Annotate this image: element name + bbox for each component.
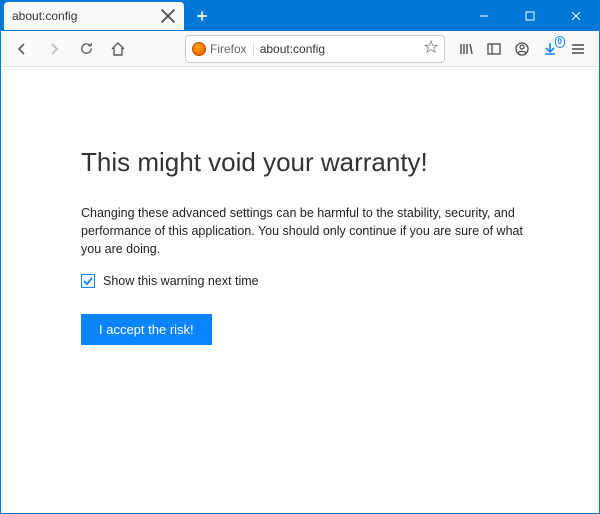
tab-title: about:config (12, 9, 77, 23)
checkbox-label: Show this warning next time (103, 274, 259, 288)
forward-button[interactable] (39, 34, 69, 64)
page-content: This might void your warranty! Changing … (1, 67, 599, 513)
menu-icon[interactable] (569, 40, 587, 58)
page-warning-text: Changing these advanced settings can be … (81, 204, 531, 258)
tab-strip: about:config (0, 0, 216, 30)
url-bar[interactable]: Firefox about:config (185, 35, 445, 63)
url-text: about:config (260, 42, 418, 56)
maximize-button[interactable] (507, 1, 553, 31)
show-warning-checkbox-row[interactable]: Show this warning next time (81, 274, 549, 288)
minimize-button[interactable] (461, 1, 507, 31)
browser-toolbar: Firefox about:config 0 (1, 31, 599, 67)
accept-risk-button[interactable]: I accept the risk! (81, 314, 212, 345)
window-titlebar: about:config (1, 1, 599, 31)
library-icon[interactable] (457, 40, 475, 58)
back-button[interactable] (7, 34, 37, 64)
toolbar-actions: 0 (455, 40, 593, 58)
identity-label: Firefox (210, 42, 247, 56)
close-window-button[interactable] (553, 1, 599, 31)
bookmark-star-icon[interactable] (424, 40, 438, 57)
sidebar-icon[interactable] (485, 40, 503, 58)
identity-box[interactable]: Firefox (192, 42, 254, 56)
page-heading: This might void your warranty! (81, 147, 549, 178)
window-controls (461, 1, 599, 31)
reload-button[interactable] (71, 34, 101, 64)
checkbox-checked-icon[interactable] (81, 274, 95, 288)
tab-aboutconfig[interactable]: about:config (4, 2, 184, 30)
close-icon[interactable] (160, 8, 176, 24)
new-tab-button[interactable] (188, 2, 216, 30)
downloads-badge: 0 (555, 36, 565, 48)
account-icon[interactable] (513, 40, 531, 58)
home-button[interactable] (103, 34, 133, 64)
downloads-icon[interactable]: 0 (541, 40, 559, 58)
firefox-icon (192, 42, 206, 56)
